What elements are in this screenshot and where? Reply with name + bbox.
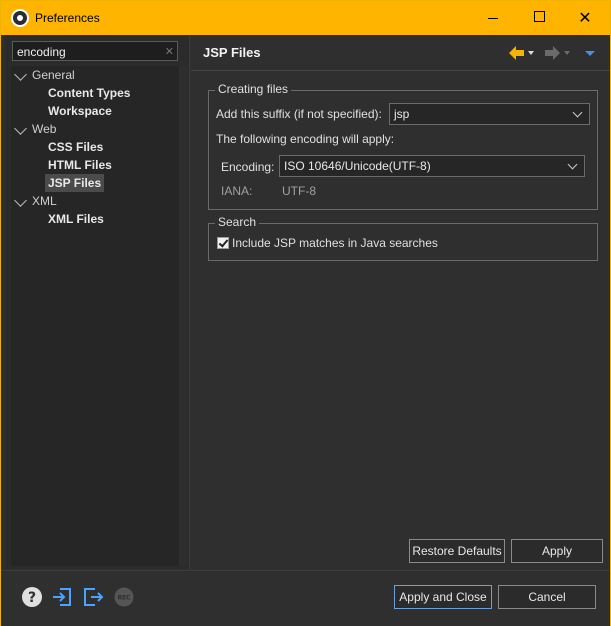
apply-and-close-button[interactable]: Apply and Close [394, 585, 492, 609]
search-legend: Search [215, 215, 260, 229]
view-menu-icon [585, 51, 595, 56]
record-text: REC [117, 595, 131, 602]
help-icon[interactable]: ? [21, 586, 43, 608]
suffix-combo[interactable]: jsp [389, 103, 590, 125]
include-jsp-label[interactable]: Include JSP matches in Java searches [232, 236, 438, 250]
tree-item-web[interactable]: Web [32, 120, 56, 138]
forward-button[interactable] [543, 44, 571, 62]
bottom-bar: ? REC Apply and Close Cancel [1, 570, 610, 626]
iana-value: UTF-8 [282, 184, 316, 198]
iana-label: IANA: [221, 184, 253, 198]
suffix-label: Add this suffix (if not specified): [216, 107, 382, 121]
include-jsp-checkbox[interactable] [217, 237, 229, 249]
window-title: Preferences [35, 11, 100, 25]
cancel-button[interactable]: Cancel [498, 585, 596, 609]
view-menu-button[interactable] [583, 44, 597, 62]
chevron-down-icon[interactable] [14, 194, 27, 207]
preference-tree: General Content Types Workspace Web CSS … [11, 66, 179, 566]
tree-item-content-types[interactable]: Content Types [48, 84, 130, 102]
clear-icon[interactable]: ✕ [165, 42, 174, 62]
page-header: JSP Files [191, 36, 610, 71]
svg-text:?: ? [28, 590, 36, 606]
tree-item-general[interactable]: General [32, 66, 75, 84]
chevron-down-icon[interactable] [14, 68, 27, 81]
chevron-down-icon [572, 107, 583, 118]
encoding-label: Encoding: [221, 160, 275, 174]
encoding-note: The following encoding will apply: [216, 132, 395, 146]
chevron-down-icon[interactable] [14, 122, 27, 135]
preference-page: JSP Files Creating files Add this suffix… [191, 36, 610, 569]
back-button[interactable] [507, 44, 535, 62]
import-icon[interactable] [51, 586, 73, 608]
filter-input[interactable]: encoding ✕ [12, 41, 178, 61]
maximize-button[interactable] [516, 1, 562, 35]
close-button[interactable]: ✕ [562, 1, 608, 35]
record-icon[interactable]: REC [113, 586, 135, 608]
restore-defaults-button[interactable]: Restore Defaults [409, 539, 505, 563]
preference-tree-pane: encoding ✕ General Content Types Workspa… [5, 36, 190, 569]
eclipse-app-icon [11, 9, 29, 27]
page-title: JSP Files [203, 45, 261, 60]
tree-item-workspace[interactable]: Workspace [48, 102, 112, 120]
preferences-window: Preferences ✕ encoding ✕ General Content… [0, 0, 611, 626]
apply-button[interactable]: Apply [511, 539, 603, 563]
forward-arrow-icon [545, 46, 570, 60]
export-icon[interactable] [82, 586, 104, 608]
minimize-button[interactable] [470, 1, 516, 35]
close-icon: ✕ [578, 8, 592, 27]
maximize-icon [533, 11, 545, 22]
encoding-value: ISO 10646/Unicode(UTF-8) [284, 159, 431, 173]
tree-scrollbar[interactable] [179, 66, 187, 566]
creating-files-legend: Creating files [215, 82, 292, 96]
tree-item-xml-files[interactable]: XML Files [48, 210, 104, 228]
tree-item-xml[interactable]: XML [32, 192, 57, 210]
back-arrow-icon [509, 46, 534, 60]
filter-text: encoding [17, 45, 66, 59]
tree-item-css-files[interactable]: CSS Files [48, 138, 103, 156]
suffix-value: jsp [394, 107, 410, 121]
tree-item-html-files[interactable]: HTML Files [48, 156, 112, 174]
chevron-down-icon [567, 159, 578, 170]
encoding-combo[interactable]: ISO 10646/Unicode(UTF-8) [279, 155, 585, 177]
tree-item-jsp-files[interactable]: JSP Files [45, 174, 105, 192]
title-bar: Preferences ✕ [1, 1, 610, 35]
minimize-icon [488, 17, 498, 19]
